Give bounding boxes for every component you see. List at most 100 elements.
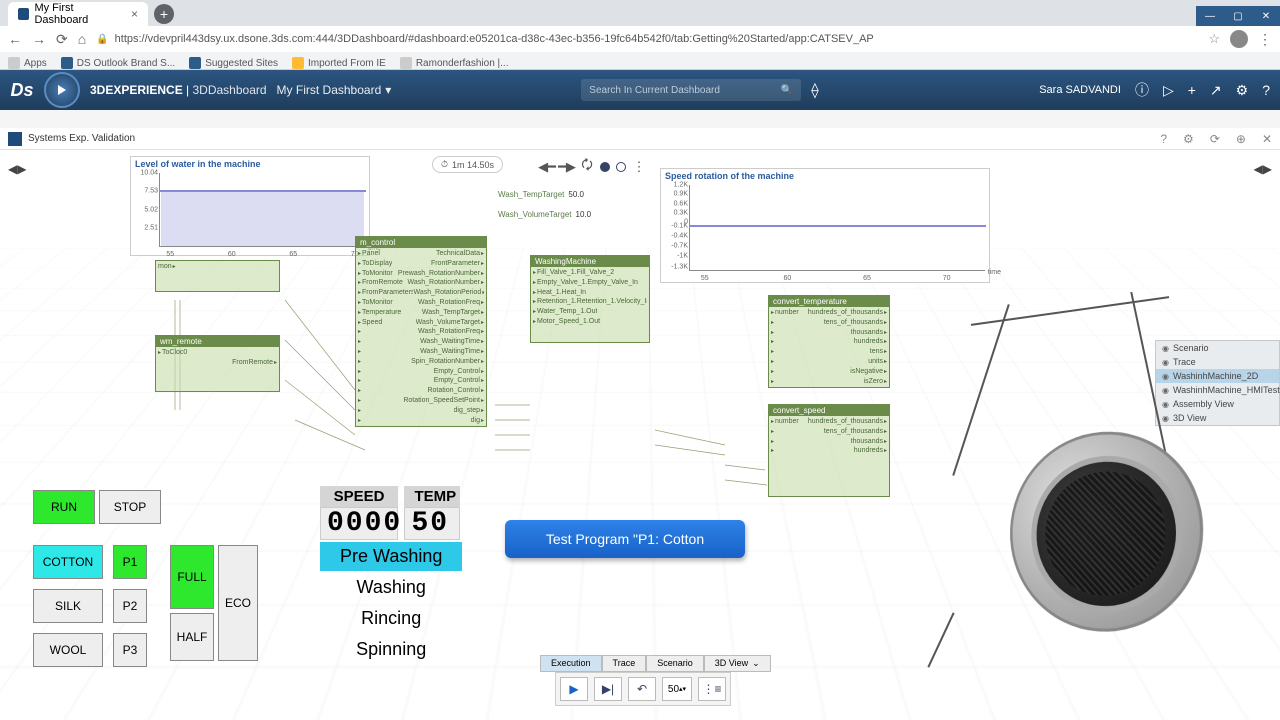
browser-menu-icon[interactable]: ⋮: [1258, 31, 1272, 48]
eco-button[interactable]: ECO: [218, 545, 258, 661]
stop-button[interactable]: STOP: [99, 490, 161, 524]
user-icon[interactable]: ⓘ: [1135, 80, 1149, 100]
record-hollow-icon[interactable]: [616, 162, 626, 172]
full-button[interactable]: FULL: [170, 545, 214, 609]
record-filled-icon[interactable]: [600, 162, 610, 172]
sync-icon[interactable]: 🗘: [580, 160, 594, 174]
cotton-button[interactable]: COTTON: [33, 545, 103, 579]
bookmark-icon: [292, 57, 304, 69]
app-header: Ds 3DEXPERIENCE | 3DDashboard My First D…: [0, 70, 1280, 110]
wool-button[interactable]: WOOL: [33, 633, 103, 667]
tree-icon[interactable]: ⋮≡: [698, 677, 726, 701]
chevron-down-icon: ⌄: [752, 658, 760, 668]
widget-gear-icon[interactable]: ⚙: [1183, 132, 1194, 146]
block-washing-machine[interactable]: WashingMachine Fill_Valve_1.Fill_Valve_2…: [530, 255, 650, 343]
step-back-icon[interactable]: ◀━: [540, 160, 554, 174]
chart-speed-rotation[interactable]: Speed rotation of the machine 1.2K 0.9K …: [660, 168, 990, 283]
bookmark-icon: [189, 57, 201, 69]
widget-refresh-icon[interactable]: ⟳: [1210, 132, 1220, 146]
playback-controls: ▶ ▶| ↶ 50▴▾ ⋮≡: [555, 672, 731, 706]
speed-value-input[interactable]: 50▴▾: [662, 677, 692, 701]
tab-scenario[interactable]: Scenario: [646, 655, 704, 672]
washing-machine-3d[interactable]: [880, 300, 1240, 670]
bottom-tabs: Execution Trace Scenario 3D View⌄: [540, 655, 771, 672]
minimize-button[interactable]: —: [1196, 6, 1224, 26]
tab-trace[interactable]: Trace: [602, 655, 647, 672]
phase-washing: Washing: [320, 573, 462, 602]
compass-icon[interactable]: [44, 72, 80, 108]
user-name[interactable]: Sara SADVANDI: [1039, 84, 1121, 96]
widget-expand-icon[interactable]: ⊕: [1236, 132, 1246, 146]
temp-value: 50: [404, 507, 460, 540]
tab-3dview[interactable]: 3D View⌄: [704, 655, 771, 672]
bookmark-item[interactable]: Imported From IE: [292, 57, 386, 69]
widget-titlebar: Systems Exp. Validation ? ⚙ ⟳ ⊕ ✕: [0, 128, 1280, 150]
bookmark-item[interactable]: Suggested Sites: [189, 57, 278, 69]
chart-fill: [161, 191, 364, 246]
param-wash-volume: Wash_VolumeTarget10.0: [498, 210, 591, 219]
add-icon[interactable]: +: [1188, 82, 1196, 98]
run-button[interactable]: RUN: [33, 490, 95, 524]
step-button[interactable]: ▶|: [594, 677, 622, 701]
bookmark-item[interactable]: Ramonderfashion |...: [400, 57, 509, 69]
p2-button[interactable]: P2: [113, 589, 147, 623]
block-convert-temperature[interactable]: convert_temperature numberhundreds_of_th…: [768, 295, 890, 388]
reload-icon[interactable]: ⟳: [56, 31, 68, 48]
maximize-button[interactable]: ▢: [1224, 6, 1252, 26]
help-icon[interactable]: ?: [1262, 82, 1270, 98]
chart-water-level[interactable]: Level of water in the machine 10.04 7.53…: [130, 156, 370, 256]
chevron-down-icon: ▾: [385, 83, 391, 97]
bookmark-star-icon[interactable]: ☆: [1208, 31, 1220, 47]
url-input[interactable]: 🔒 https://vdevpril443dsy.ux.dsone.3ds.co…: [96, 33, 1198, 45]
tab-execution[interactable]: Execution: [540, 655, 602, 672]
home-icon[interactable]: ⌂: [78, 31, 86, 47]
dashboard-name-dropdown[interactable]: My First Dashboard ▾: [277, 83, 392, 97]
panel-collapse-left[interactable]: ◀▶: [8, 162, 26, 176]
p3-button[interactable]: P3: [113, 633, 147, 667]
bookmark-item[interactable]: Apps: [8, 57, 47, 69]
phase-rincing: Rincing: [320, 604, 462, 633]
search-icon: 🔍: [781, 85, 793, 96]
simulation-canvas[interactable]: ◀▶ ◀▶ Level of water in the machine 10.0…: [0, 150, 1280, 720]
new-tab-button[interactable]: +: [154, 4, 174, 24]
sub-header: [0, 110, 1280, 128]
widget-help-icon[interactable]: ?: [1160, 132, 1167, 146]
settings-icon[interactable]: ⚙: [1236, 82, 1249, 99]
clock-icon: ⏱: [441, 159, 448, 170]
temp-label: TEMP: [404, 486, 460, 507]
share-icon[interactable]: ↗: [1210, 82, 1222, 99]
block-top-small[interactable]: mon: [155, 260, 280, 292]
lock-icon: 🔒: [96, 34, 108, 45]
silk-button[interactable]: SILK: [33, 589, 103, 623]
half-button[interactable]: HALF: [170, 613, 214, 661]
tag-icon[interactable]: ⟠: [811, 81, 818, 99]
param-wash-temp: Wash_TempTarget50.0: [498, 190, 584, 199]
more-icon[interactable]: ⋮: [632, 160, 646, 174]
speed-label: SPEED: [320, 486, 398, 507]
widget-close-icon[interactable]: ✕: [1262, 132, 1272, 146]
step-fwd-icon[interactable]: ━▶: [560, 160, 574, 174]
back-icon[interactable]: ←: [8, 31, 22, 47]
close-button[interactable]: ✕: [1252, 6, 1280, 26]
play-icon[interactable]: ▷: [1163, 82, 1174, 99]
forward-icon[interactable]: →: [32, 31, 46, 47]
bookmark-icon: [61, 57, 73, 69]
test-program-button[interactable]: Test Program "P1: Cotton: [505, 520, 745, 558]
search-input[interactable]: Search In Current Dashboard 🔍: [581, 79, 801, 101]
p1-button[interactable]: P1: [113, 545, 147, 579]
browser-tab[interactable]: My First Dashboard ×: [8, 2, 148, 26]
apps-icon: [8, 57, 20, 69]
block-wm-remote[interactable]: wm_remote ToCloc0 FromRemote: [155, 335, 280, 392]
rewind-button[interactable]: ↶: [628, 677, 656, 701]
bookmark-icon: [400, 57, 412, 69]
tab-close-icon[interactable]: ×: [131, 7, 138, 21]
panel-collapse-right[interactable]: ◀▶: [1254, 162, 1272, 176]
block-convert-speed[interactable]: convert_speed numberhundreds_of_thousand…: [768, 404, 890, 497]
bookmark-item[interactable]: DS Outlook Brand S...: [61, 57, 175, 69]
block-control[interactable]: m_control PanelTechnicalDataToDisplayFro…: [355, 236, 487, 427]
play-button[interactable]: ▶: [560, 677, 588, 701]
browser-profile-icon[interactable]: [1230, 30, 1248, 48]
widget-title: Systems Exp. Validation: [28, 133, 135, 144]
ds-logo-icon[interactable]: Ds: [10, 78, 34, 102]
hmi-display: SPEED TEMP 0000 50 Pre WashingWashingRin…: [320, 486, 462, 664]
